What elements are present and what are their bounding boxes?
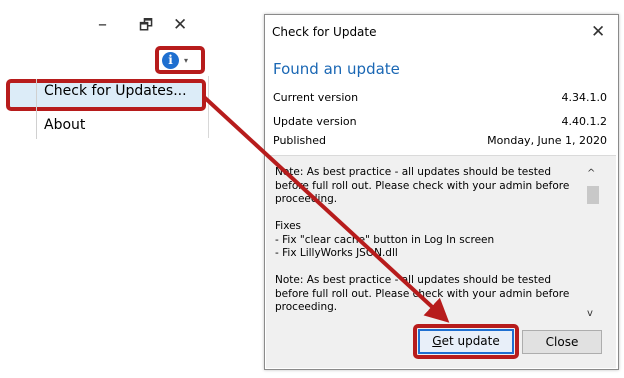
menu-item-about[interactable]: About <box>44 117 85 133</box>
release-notes-text[interactable]: Note: As best practice - all updates sho… <box>275 166 575 328</box>
published-label: Published <box>273 134 326 147</box>
current-version-value: 4.34.1.0 <box>561 91 607 104</box>
get-update-label: et update <box>441 334 500 348</box>
note-line: proceeding. <box>275 301 338 313</box>
current-version-label: Current version <box>273 91 359 104</box>
scroll-down-icon[interactable]: v <box>587 308 593 319</box>
restore-button[interactable]: 🗗 <box>139 18 153 33</box>
dialog-title: Check for Update <box>272 25 377 39</box>
get-update-button[interactable]: Get update <box>418 329 514 354</box>
fixes-heading: Fixes <box>275 220 302 232</box>
note-line: Note: As best practice - all updates sho… <box>275 274 551 286</box>
note-line: before full roll out. Please check with … <box>275 179 570 192</box>
info-icon[interactable]: i <box>162 52 179 69</box>
chevron-down-icon[interactable]: ▾ <box>184 56 188 65</box>
scroll-up-icon[interactable]: ^ <box>587 168 595 179</box>
note-line: Note: As best practice - all updates sho… <box>275 166 551 178</box>
note-paragraph: Note: As best practice - all updates sho… <box>275 274 575 315</box>
fixes-paragraph: Fixes - Fix "clear cache" button in Log … <box>275 220 575 261</box>
note-line: before full roll out. Please check with … <box>275 287 570 300</box>
note-paragraph: Note: As best practice - all updates sho… <box>275 166 575 207</box>
window-close-button[interactable]: ✕ <box>173 17 187 34</box>
dialog-close-icon[interactable]: ✕ <box>591 22 605 42</box>
menu-item-check-for-updates-label[interactable]: Check for Updates... <box>44 83 187 99</box>
published-value: Monday, June 1, 2020 <box>487 134 607 147</box>
fix-item: - Fix LillyWorks JSON.dll <box>275 247 398 259</box>
scrollbar-thumb[interactable] <box>587 186 599 204</box>
note-line: proceeding. <box>275 193 338 205</box>
update-version-value: 4.40.1.2 <box>561 115 607 128</box>
menu-gutter-divider <box>36 79 37 139</box>
minimize-button[interactable]: – <box>98 16 107 34</box>
fix-item: - Fix "clear cache" button in Log In scr… <box>275 233 495 246</box>
found-update-heading: Found an update <box>273 60 400 78</box>
update-version-label: Update version <box>273 115 357 128</box>
get-update-accelerator: G <box>432 334 442 348</box>
close-button[interactable]: Close <box>522 330 602 354</box>
